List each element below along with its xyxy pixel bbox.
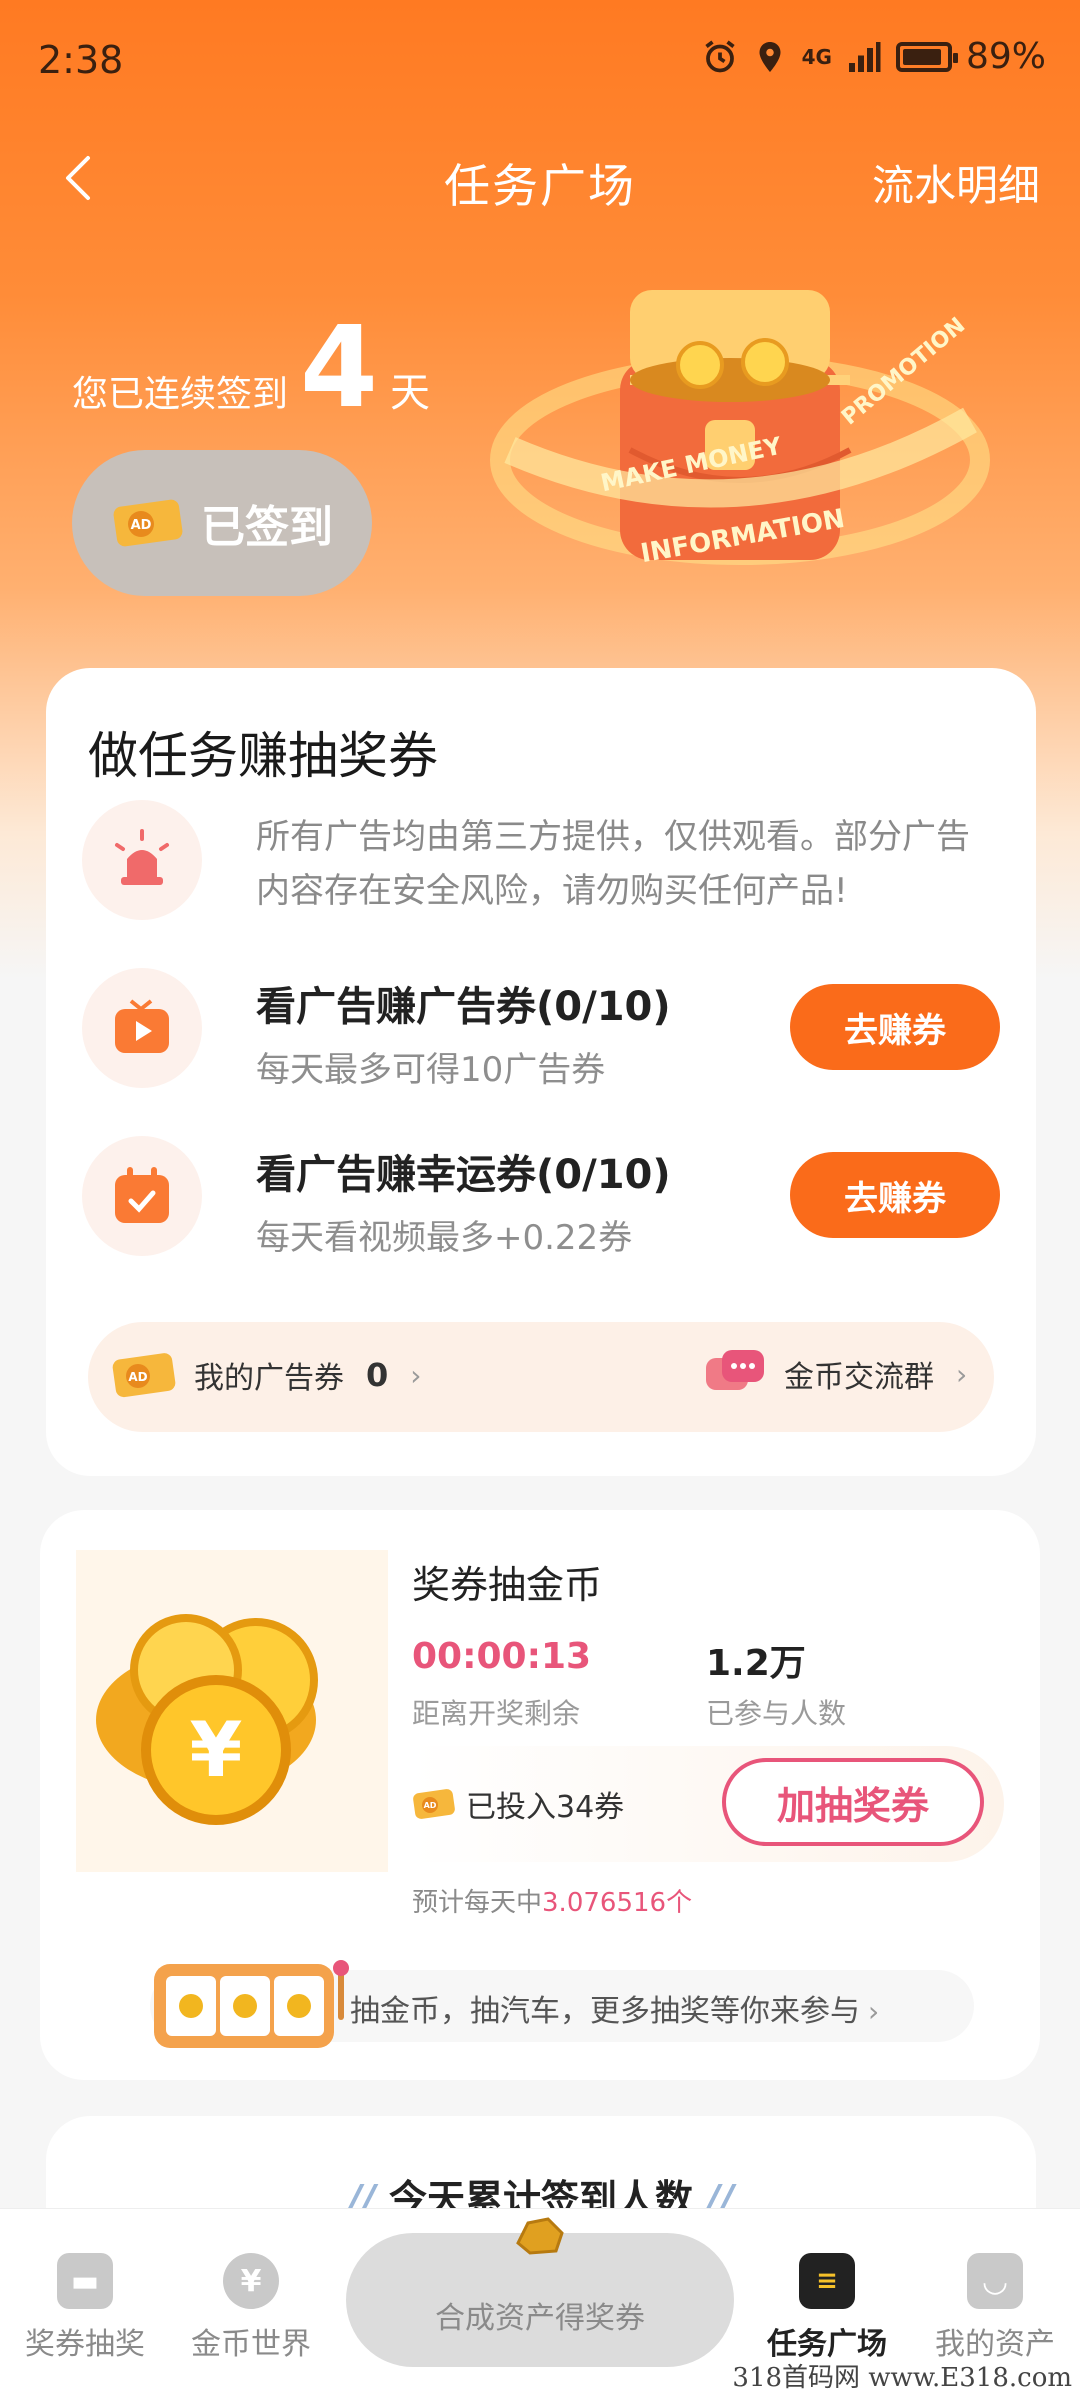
tab-lottery[interactable]: ▬ 奖券抽奖	[0, 2253, 170, 2363]
chevron-right-icon: ›	[868, 1995, 880, 2028]
task-name-lucky-coupon: 看广告赚幸运券(0/10)	[256, 1152, 671, 1198]
participant-count: 1.2万	[706, 1643, 806, 1684]
ad-ticket-icon: AD	[113, 499, 183, 547]
alarm-siren-icon	[82, 800, 202, 920]
tab-synthesize-label: 合成资产得奖券	[435, 2301, 645, 2336]
ad-disclaimer: 所有广告均由第三方提供，仅供观看。部分广告内容存在安全风险，请勿购买任何产品!	[256, 817, 970, 911]
status-icons: 4G 89%	[702, 36, 1046, 77]
task-sub-ad-coupon: 每天最多可得10广告券	[256, 1050, 606, 1090]
tab-synthesize-assets[interactable]: 合成资产得奖券	[346, 2217, 734, 2367]
signal-icon	[848, 41, 881, 72]
transaction-details-link[interactable]: 流水明细	[872, 152, 1040, 213]
daily-estimate-prefix: 预计每天中	[412, 1888, 543, 1918]
invest-row: AD 已投入34券 加抽奖券	[412, 1746, 1004, 1862]
add-lottery-coupon-button[interactable]: 加抽奖券	[722, 1758, 984, 1846]
signed-in-label: 已签到	[201, 502, 333, 553]
tab-lottery-label: 奖券抽奖	[25, 2327, 145, 2362]
earn-ad-coupon-button[interactable]: 去赚券	[790, 984, 1000, 1070]
tab-task-plaza[interactable]: ≡ 任务广场	[742, 2253, 912, 2363]
invested-coupons: AD 已投入34券	[412, 1782, 624, 1826]
tab-coin-world[interactable]: ¥ 金币世界	[166, 2253, 336, 2363]
gift-icon: ▬	[57, 2253, 113, 2309]
treasure-chest-illustration: MAKE MONEY INFORMATION PROMOTION	[490, 290, 990, 569]
checkin-suffix: 天	[389, 370, 430, 416]
group-label: 金币交流群	[784, 1360, 934, 1395]
chevron-right-icon: ›	[410, 1358, 422, 1392]
chevron-right-icon: ›	[956, 1357, 968, 1391]
coin-chat-group-link[interactable]: 金币交流群 ›	[700, 1344, 967, 1404]
checkin-prefix: 您已连续签到	[72, 374, 289, 415]
wallet-icon: ◡	[967, 2253, 1023, 2309]
checkin-streak: 您已连续签到 4 天	[72, 312, 430, 424]
task-name-ad-coupon: 看广告赚广告券(0/10)	[256, 984, 671, 1030]
lottery-card: ¥ 奖券抽金币 00:00:13 距离开奖剩余 1.2万 已参与人数 AD 已投…	[40, 1510, 1040, 2080]
status-bar: 2:38 4G 89%	[0, 0, 1080, 116]
task-sub-lucky-coupon: 每天看视频最多+0.22券	[256, 1218, 633, 1258]
slot-machine-icon	[154, 1960, 349, 2048]
signed-in-button[interactable]: AD 已签到	[72, 450, 372, 596]
battery-level: 89%	[965, 36, 1046, 77]
invested-label: 已投入34券	[466, 1790, 625, 1825]
site-watermark: 318首码网 www.E318.com	[732, 2363, 1072, 2393]
tab-my-assets[interactable]: ◡ 我的资产	[910, 2253, 1080, 2363]
daily-estimate: 预计每天中3.076516个	[412, 1882, 692, 1919]
tv-play-icon	[82, 968, 202, 1088]
my-coupon-label: 我的广告券	[194, 1361, 344, 1396]
chat-bubble-icon	[706, 1350, 764, 1390]
my-ad-coupons-link[interactable]: AD 我的广告券 0 ›	[110, 1348, 421, 1402]
daily-estimate-value: 3.076516个	[542, 1888, 693, 1918]
ad-ticket-icon: AD	[112, 1353, 176, 1398]
my-coupon-count: 0	[366, 1356, 389, 1394]
battery-icon	[895, 41, 958, 72]
lottery-countdown: 00:00:13	[412, 1636, 592, 1677]
tab-coin-world-label: 金币世界	[191, 2327, 311, 2362]
location-icon	[759, 41, 781, 72]
top-navigation: 任务广场 流水明细	[0, 128, 1080, 228]
status-time: 2:38	[38, 38, 124, 82]
svg-text:¥: ¥	[190, 1705, 243, 1794]
clipboard-icon: ≡	[799, 2253, 855, 2309]
gold-coins-illustration: ¥	[76, 1550, 388, 1872]
countdown-label: 距离开奖剩余	[412, 1697, 581, 1730]
task-card-title: 做任务赚抽奖券	[88, 727, 438, 785]
svg-text:AD: AD	[424, 1801, 437, 1810]
task-card: 做任务赚抽奖券 所有广告均由第三方提供，仅供观看。部分广告内容存在安全风险，请勿…	[46, 668, 1036, 1476]
lottery-title: 奖券抽金币	[412, 1563, 603, 1607]
earn-lucky-coupon-button[interactable]: 去赚券	[790, 1152, 1000, 1238]
ad-ticket-icon: AD	[413, 1789, 455, 1819]
checkin-days: 4	[300, 303, 378, 433]
calendar-check-icon	[82, 1136, 202, 1256]
participant-label: 已参与人数	[706, 1697, 847, 1730]
yen-coin-icon: ¥	[223, 2253, 279, 2309]
coupon-summary-bar: AD 我的广告券 0 › 金币交流群 ›	[88, 1322, 994, 1432]
alarm-icon	[705, 40, 735, 72]
svg-text:AD: AD	[128, 1370, 147, 1384]
network-type: 4G	[801, 44, 832, 69]
svg-text:AD: AD	[131, 518, 152, 533]
gold-nugget-icon	[516, 2217, 564, 2255]
bottom-navigation: ▬ 奖券抽奖 ¥ 金币世界 合成资产得奖券 ≡ 任务广场 ◡ 我的资产 318首…	[0, 2208, 1080, 2400]
more-lottery-text: 抽金币，抽汽车，更多抽奖等你来参与 ›	[350, 1994, 880, 2029]
